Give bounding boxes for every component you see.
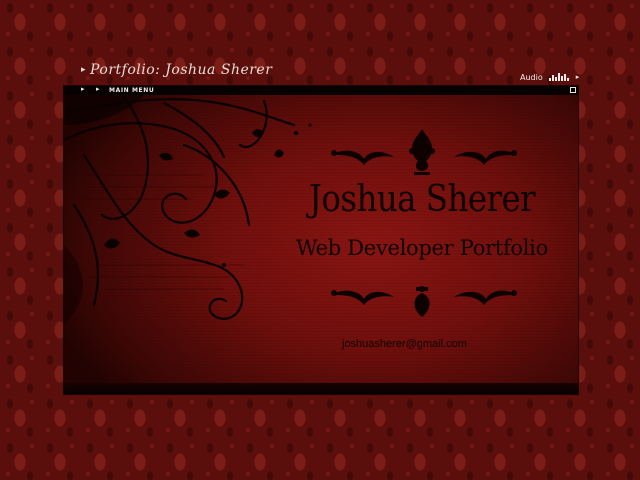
top-ornament-icon <box>331 129 517 175</box>
hero-subtitle: Web Developer Portfolio <box>296 236 548 260</box>
flash-frame: ▸ ▸ MAIN MENU Joshua Sherer Web Develope… <box>64 85 578 394</box>
site-title-text: Portfolio: Joshua Sherer <box>90 62 273 78</box>
menu-arrow-icon[interactable]: ▸ <box>96 85 100 93</box>
audio-label: Audio <box>520 72 543 82</box>
email-link[interactable]: joshuasherer@gmail.com <box>342 338 467 350</box>
footer-bar <box>64 383 578 394</box>
site-title: ▸ Portfolio: Joshua Sherer <box>81 62 272 78</box>
audio-control[interactable]: Audio ▸ <box>520 71 579 83</box>
vine-leaf-icon <box>64 95 312 325</box>
hero-panel: Joshua Sherer Web Developer Portfolio jo… <box>64 95 578 383</box>
audio-arrow-icon[interactable]: ▸ <box>576 73 580 81</box>
fullscreen-icon[interactable] <box>570 87 576 93</box>
menu-bar: ▸ ▸ MAIN MENU <box>64 85 578 95</box>
main-menu-button[interactable]: MAIN MENU <box>109 86 154 95</box>
menu-arrow-icon[interactable]: ▸ <box>81 85 85 93</box>
equalizer-icon <box>548 73 569 81</box>
hero-name: Joshua Sherer <box>308 179 536 220</box>
bullet-arrow-icon: ▸ <box>81 65 87 75</box>
bottom-ornament-icon <box>331 286 517 317</box>
